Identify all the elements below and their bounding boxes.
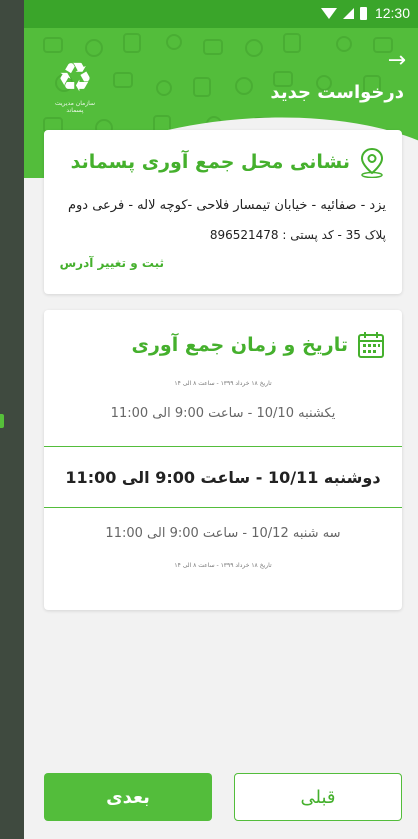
app-screen: 12:30 → درخواست جدید ♻ سازمان مدیریت پسم… [24,0,418,839]
next-button[interactable]: بعدی [44,773,212,821]
address-card-title: نشانی محل جمع آوری پسماند [70,151,350,173]
time-card-title: تاریخ و زمان جمع آوری [131,334,348,356]
address-line-1: یزد - صفائیه - خیابان تیمسار فلاحی -کوچه… [67,198,386,213]
address-card: نشانی محل جمع آوری پسماند یزد - صفائیه -… [44,130,402,294]
time-slot-1[interactable]: یکشنبه 10/10 - ساعت 9:00 الی 11:00 [44,406,402,421]
calendar-icon [358,332,384,358]
collection-time-card: تاریخ و زمان جمع آوری تاریخ ۱۸ خرداد ۱۳۹… [44,310,402,610]
battery-icon [359,6,367,20]
previous-button[interactable]: قبلی [234,773,402,821]
drawer-handle[interactable] [0,414,4,428]
logo-caption: سازمان مدیریت پسماند [54,100,95,114]
arrow-right-icon[interactable]: → [388,50,406,72]
change-address-link[interactable]: ثبت و تغییر آدرس [60,256,164,270]
page-title: درخواست جدید [270,82,404,103]
wifi-icon [320,7,337,19]
location-pin-icon [360,147,384,178]
side-drawer-strip [0,0,24,839]
recycle-logo: ♻ سازمان مدیریت پسماند [50,56,100,114]
recycle-icon: ♻ [57,55,93,101]
date-caption-top: تاریخ ۱۸ خرداد ۱۳۹۹ - ساعت ۸ الی ۱۴ [174,380,272,387]
status-bar: 12:30 [24,0,418,28]
address-line-2: پلاک 35 - کد پستی : 896521478 [209,228,386,242]
date-caption-bottom: تاریخ ۱۸ خرداد ۱۳۹۹ - ساعت ۸ الی ۱۴ [174,562,272,569]
time-slot-3[interactable]: سه شنبه 10/12 - ساعت 9:00 الی 11:00 [44,526,402,541]
time-slot-2-selected[interactable]: دوشنبه 10/11 - ساعت 9:00 الی 11:00 [44,446,402,508]
cellular-signal-icon [342,7,354,19]
status-time: 12:30 [374,5,410,21]
